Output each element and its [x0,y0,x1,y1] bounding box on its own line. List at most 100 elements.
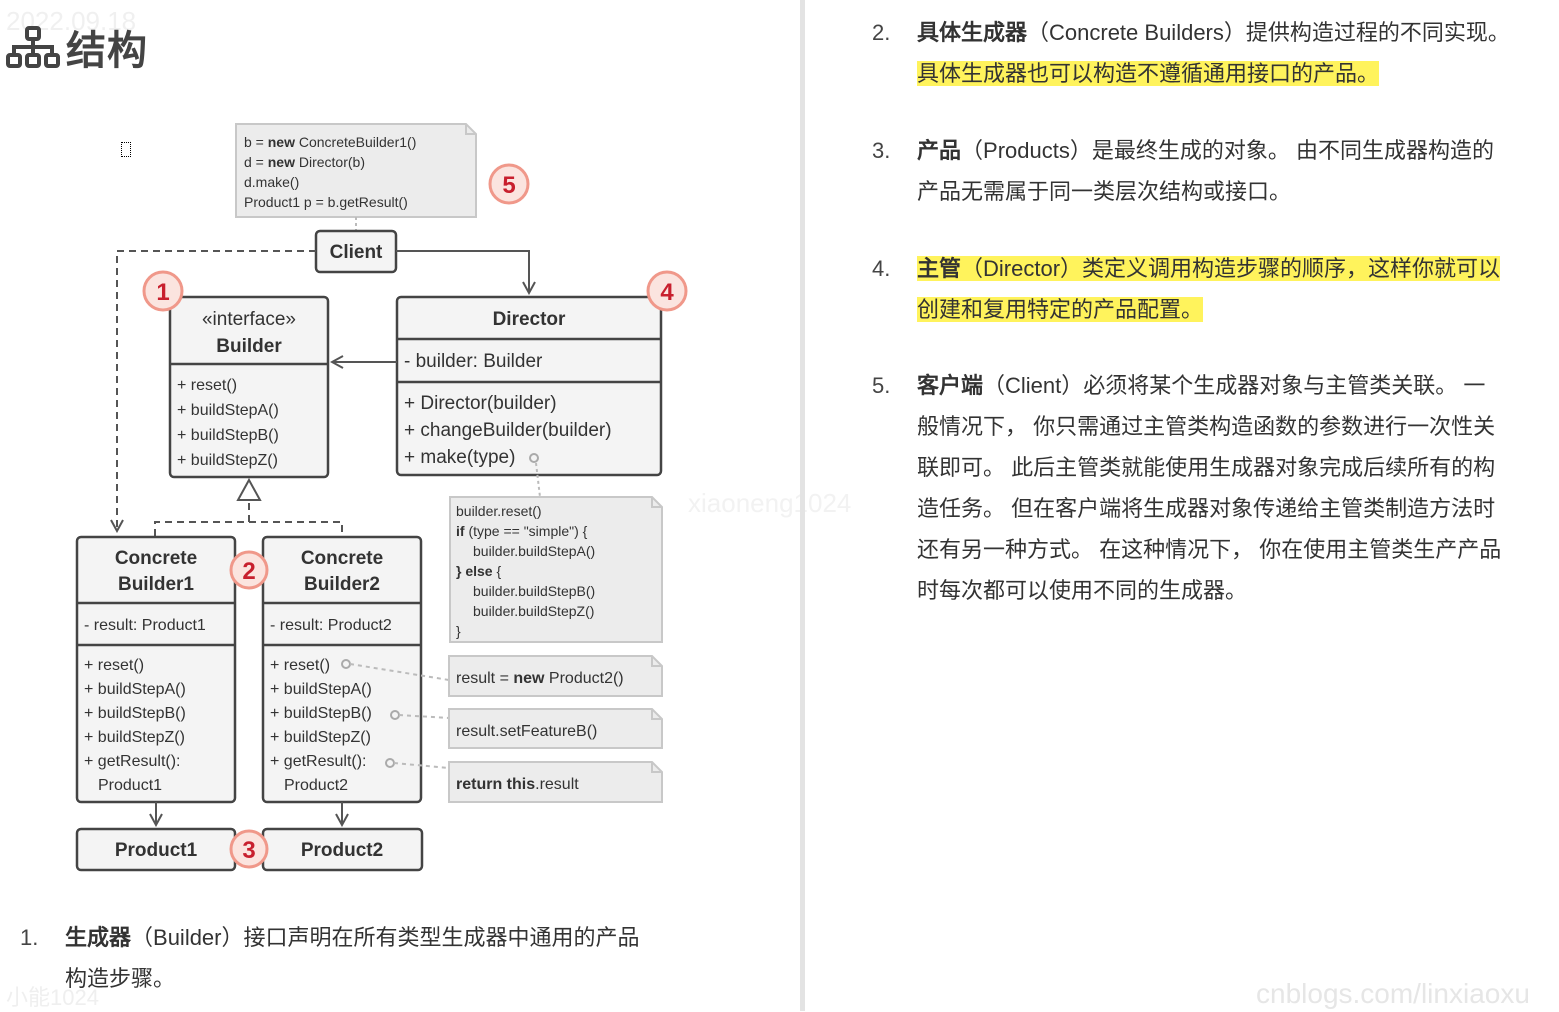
builder-interface-box: «interface» Builder + reset() + buildSte… [168,295,330,479]
item-text: 联即可。 此后主管类就能使用生成器对象完成后续所有的构 [917,455,1496,480]
badge-1: 1 [142,270,184,312]
item-text: 还有另一种方式。 在这种情况下， 你在使用主管类生产产品 [917,537,1502,562]
product2-box: Product2 [261,827,424,872]
svg-text:builder.reset(): builder.reset() [456,503,542,519]
item-text: 造任务。 但在客户端将生成器对象传递给主管类制造方法时 [917,496,1496,521]
stepb-note: result.setFeatureB() [448,708,663,749]
svg-text:builder.buildStepA(): builder.buildStepA() [473,543,595,559]
client-box: Client [314,229,398,274]
product1-box: Product1 [75,827,237,872]
svg-text:Concrete: Concrete [301,548,383,569]
highlighted-text: 创建和复用特定的产品配置。 [917,297,1204,322]
svg-text:Builder2: Builder2 [304,574,380,595]
svg-text:+ buildStepA(): + buildStepA() [84,681,186,698]
svg-text:result.setFeatureB(): result.setFeatureB() [456,723,597,740]
director-box: Director - builder: Builder + Director(b… [395,295,663,477]
item-text: 构造步骤。 [65,966,176,991]
method: + buildStepA() [177,402,279,419]
svg-text:+ buildStepA(): + buildStepA() [270,681,372,698]
concrete-builder2-box: Concrete Builder2 - result: Product2 + r… [261,535,423,804]
svg-text:+ reset(): + reset() [270,657,330,674]
svg-text:}: } [456,623,461,639]
svg-text:+ buildStepB(): + buildStepB() [84,705,186,722]
field: - builder: Builder [404,351,543,372]
svg-text:if (type == "simple") {: if (type == "simple") { [456,523,588,539]
sitemap-icon [6,26,60,68]
svg-text:Product2: Product2 [284,777,348,794]
item-term: 产品 [917,138,962,163]
make-code-note: builder.reset() if (type == "simple") { … [449,496,663,643]
note-line: b = new ConcreteBuilder1() [244,134,416,150]
svg-text:+ getResult():: + getResult(): [84,753,180,770]
svg-text:Concrete: Concrete [115,548,197,569]
svg-text:Product2: Product2 [301,840,383,861]
method: + make(type) [404,447,515,468]
item-text: 般情况下， 你只需通过主管类构造函数的参数进行一次性关 [917,414,1496,439]
section-heading: 结构 [6,18,148,76]
svg-text:4: 4 [660,279,674,306]
svg-text:Builder1: Builder1 [118,574,194,595]
stereotype-label: «interface» [202,309,296,330]
method: + Director(builder) [404,393,557,414]
method: + reset() [177,377,237,394]
realization-triangle [236,477,262,501]
note-line: d.make() [244,174,299,190]
builder-name: Builder [216,336,282,357]
svg-text:+ getResult():: + getResult(): [270,753,366,770]
svg-text:1: 1 [156,279,169,306]
item-number: 3. [872,138,891,163]
item-number: 4. [872,256,891,281]
svg-text:- result: Product1: - result: Product1 [84,617,206,634]
note-line: Product1 p = b.getResult() [244,194,408,210]
svg-text:Product1: Product1 [98,777,162,794]
reset-note: result = new Product2() [448,655,663,697]
item-english: （Builder） [131,925,244,950]
svg-text:5: 5 [502,172,515,199]
client-code-note: b = new ConcreteBuilder1() d = new Direc… [235,123,477,218]
svg-text:} else {: } else { [456,563,501,579]
badge-3: 3 [229,829,269,869]
badge-4: 4 [646,270,688,312]
item-text: 是最终生成的对象。 由不同生成器构造的 [1091,138,1494,163]
svg-text:2: 2 [242,558,255,585]
client-director-arrow [396,250,529,293]
highlighted-text: 具体生成器也可以构造不遵循通用接口的产品。 [917,61,1380,86]
director-name: Director [493,309,566,330]
svg-text:- result: Product2: - result: Product2 [270,617,392,634]
item-english: （Concrete Builders） [1027,20,1246,45]
item-term: 客户端 [917,373,984,398]
item-number: 5. [872,373,891,398]
section-title: 结构 [66,29,148,73]
client-label: Client [330,242,383,263]
concrete-builder1-box: Concrete Builder1 - result: Product1 + r… [75,535,237,804]
item-english: （Client） [983,373,1084,398]
right-page: 2. 具体生成器（Concrete Builders）提供构造过程的不同实现。 … [805,0,1559,1011]
svg-text:+ buildStepB(): + buildStepB() [270,705,372,722]
item-english: （Products） [961,138,1092,163]
svg-text:return this.result: return this.result [456,776,579,793]
svg-text:result = new Product2(): result = new Product2() [456,670,624,687]
item-number: 2. [872,20,891,45]
getresult-note: return this.result [448,761,663,803]
item-text: 提供构造过程的不同实现。 [1245,20,1510,45]
svg-text:builder.buildStepZ(): builder.buildStepZ() [473,603,594,619]
svg-text:3: 3 [242,837,255,864]
svg-text:+ buildStepZ(): + buildStepZ() [270,729,371,746]
svg-text:Product1: Product1 [115,840,198,861]
site-watermark: cnblogs.com/linxiaoxu [1256,978,1530,1009]
item-text: 接口声明在所有类型生成器中通用的产品 [243,925,640,950]
note-line: d = new Director(b) [244,154,365,170]
badge-5: 5 [488,163,530,205]
item-term: 主管 [917,256,962,281]
method: + changeBuilder(builder) [404,420,612,441]
item-number: 1. [20,925,39,950]
item-text: 类定义调用构造步骤的顺序，这样你就可以 [1082,256,1501,281]
item-term: 生成器 [65,925,132,950]
item-text: 时每次都可以使用不同的生成器。 [917,578,1248,603]
method: + buildStepB() [177,427,279,444]
method: + buildStepZ() [177,452,278,469]
item-term: 具体生成器 [917,20,1028,45]
item-text: 必须将某个生成器对象与主管类关联。 一 [1083,373,1486,398]
svg-text:+ buildStepZ(): + buildStepZ() [84,729,185,746]
svg-text:+ reset(): + reset() [84,657,144,674]
